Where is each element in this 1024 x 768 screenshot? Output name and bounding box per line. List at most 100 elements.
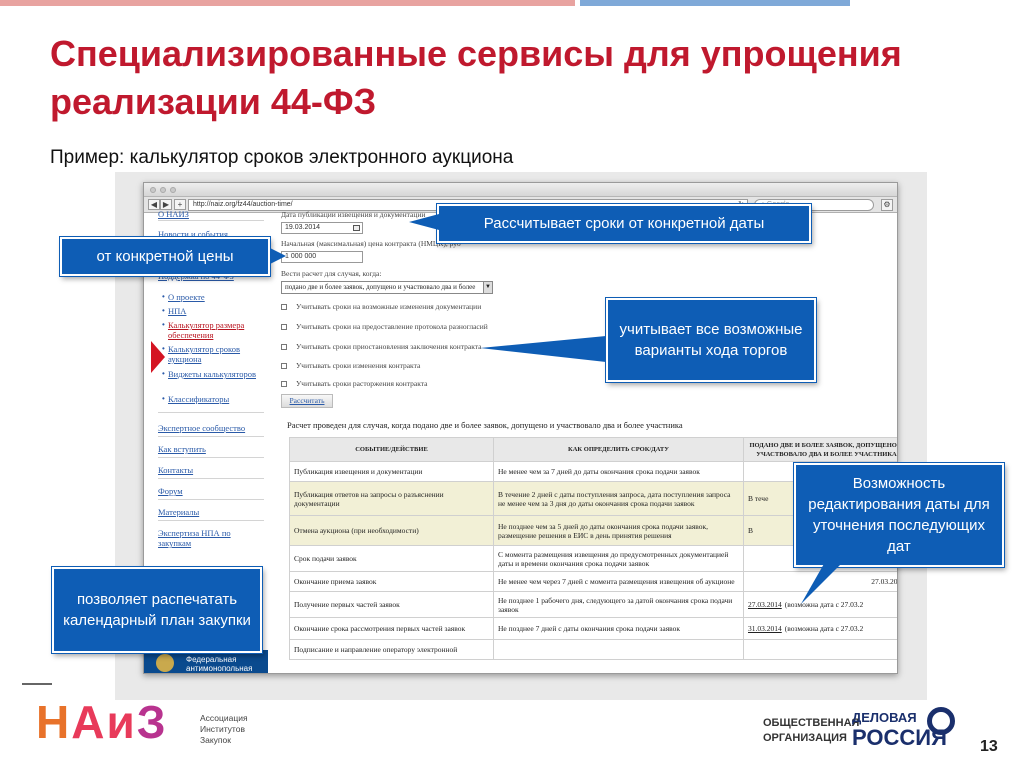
- table-row: Окончание срока рассмотрения первых част…: [289, 617, 897, 640]
- checkbox[interactable]: [281, 381, 287, 388]
- rule-cell: Не менее чем через 7 дней с момента разм…: [493, 571, 744, 592]
- sidebar-subitem-deadline-calculator[interactable]: Калькулятор сроков аукциона: [168, 344, 260, 364]
- checkbox-row[interactable]: Учитывать сроки приостановления заключен…: [281, 342, 481, 351]
- checkbox[interactable]: [281, 344, 287, 351]
- date-cell[interactable]: 31.03.2014 (возможна дата с 27.03.2: [743, 617, 897, 640]
- callout-variants: учитывает все возможные варианты хода то…: [606, 298, 816, 382]
- checkbox-row[interactable]: Учитывать сроки на предоставление проток…: [281, 322, 488, 331]
- bullet-icon: •: [162, 306, 165, 315]
- event-cell: Получение первых частей заявок: [289, 591, 494, 618]
- checkbox-label: Учитывать сроки на возможные изменения д…: [296, 302, 482, 311]
- delovaya-rossiya-mark-icon: [927, 707, 955, 735]
- callout-text: учитывает все возможные варианты хода то…: [619, 321, 803, 359]
- checkbox[interactable]: [281, 304, 287, 311]
- date-value: В тече: [748, 494, 769, 503]
- checkbox-label: Учитывать сроки приостановления заключен…: [296, 342, 482, 351]
- checkbox-row[interactable]: Учитывать сроки изменения контракта: [281, 361, 420, 370]
- calendar-icon[interactable]: [353, 225, 360, 231]
- event-cell: Подписание и направление оператору элект…: [289, 639, 494, 660]
- rule-cell: Не позднее 1 рабочего дня, следующего за…: [493, 591, 744, 618]
- divider: [158, 478, 264, 479]
- current-page-marker: [151, 341, 165, 373]
- naiz-logo: НАиЗ: [36, 696, 168, 748]
- bullet-icon: •: [162, 292, 165, 301]
- event-cell: Окончание срока рассмотрения первых част…: [289, 617, 494, 640]
- sidebar-subitem-widgets[interactable]: Виджеты калькуляторов: [168, 369, 260, 379]
- price-value: 1 000 000: [285, 253, 317, 260]
- case-select[interactable]: подано две и более заявок, допущено и уч…: [281, 281, 493, 294]
- checkbox-label: Учитывать сроки изменения контракта: [296, 361, 421, 370]
- event-cell: Публикация извещения и документации: [289, 461, 494, 482]
- callout-print-plan: позволяет распечатать календарный план з…: [52, 567, 262, 653]
- callout-pointer: [801, 562, 843, 604]
- checkbox[interactable]: [281, 363, 287, 370]
- case-value: подано две и более заявок, допущено и уч…: [285, 283, 476, 291]
- calculate-button[interactable]: Рассчитать: [281, 394, 333, 408]
- rule-cell: Не позднее 7 дней с даты окончания срока…: [493, 617, 744, 640]
- date-cell: [743, 639, 897, 660]
- event-cell: Публикация ответов на запросы о разъясне…: [289, 481, 494, 516]
- column-header: Событие/действие: [289, 437, 494, 462]
- page-number: 13: [980, 738, 998, 755]
- date-note: (возможна дата с 27.03.2: [784, 624, 864, 633]
- sidebar-subitem-classifiers[interactable]: Классификаторы: [168, 394, 229, 404]
- callout-pointer: [480, 336, 606, 362]
- date-value: 31.03.2014: [748, 624, 782, 633]
- checkbox[interactable]: [281, 324, 287, 331]
- gear-icon[interactable]: ⚙: [881, 199, 893, 211]
- window-zoom-icon[interactable]: [170, 187, 176, 193]
- rule-cell: Не позднее чем за 5 дней до даты окончан…: [493, 515, 744, 546]
- callout-edit-dates: Возможность редактирования даты для уточ…: [794, 463, 1004, 567]
- price-label: Начальная (максимальная) цена контракта …: [281, 239, 461, 248]
- sidebar-item-materials[interactable]: Материалы: [158, 507, 199, 517]
- window-minimize-icon[interactable]: [160, 187, 166, 193]
- divider: [158, 436, 264, 437]
- slide-subtitle: Пример: калькулятор сроков электронного …: [50, 147, 514, 168]
- date-label: Дата публикации извещения и документации: [281, 210, 426, 219]
- rule-cell: С момента размещения извещения до предус…: [493, 545, 744, 572]
- case-label: Вести расчет для случая, когда:: [281, 269, 382, 278]
- window-close-icon[interactable]: [150, 187, 156, 193]
- price-field[interactable]: 1 000 000: [281, 251, 363, 263]
- divider: [158, 499, 264, 500]
- slide-title: Специализированные сервисы для упрощения…: [50, 33, 902, 122]
- checkbox-label: Учитывать сроки на предоставление проток…: [296, 322, 488, 331]
- top-accent-blue: [580, 0, 850, 6]
- banner-text: Федеральная антимонопольная: [186, 655, 253, 673]
- table-row: Подписание и направление оператору элект…: [289, 639, 897, 660]
- callout-pointer: [270, 248, 286, 264]
- date-value: В: [748, 526, 754, 535]
- sidebar-item-expert-community[interactable]: Экспертное сообщество: [158, 423, 245, 433]
- date-field[interactable]: 19.03.2014: [281, 222, 363, 234]
- naiz-logo-caption: Ассоциация Институтов Закупок: [200, 713, 248, 745]
- sidebar-subitem-security-calculator[interactable]: Калькулятор размера обеспечения: [168, 320, 264, 340]
- sidebar-item-join[interactable]: Как вступить: [158, 444, 206, 454]
- sidebar-subitem-about-project[interactable]: О проекте: [168, 292, 205, 302]
- sidebar-item-forum[interactable]: Форум: [158, 486, 183, 496]
- emblem-icon: [156, 654, 174, 672]
- sidebar-item-about[interactable]: О НАИЗ: [158, 209, 189, 219]
- divider: [158, 520, 264, 521]
- rule-cell: [493, 639, 744, 660]
- divider: [158, 412, 264, 413]
- callout-text: Возможность редактирования даты для уточ…: [808, 475, 990, 555]
- org-caption: ОБЩЕСТВЕННАЯ ОРГАНИЗАЦИЯ: [763, 717, 860, 744]
- top-accent-red: [0, 0, 575, 6]
- date-value: 27.03.2014: [748, 600, 782, 609]
- checkbox-row[interactable]: Учитывать сроки на возможные изменения д…: [281, 302, 481, 311]
- callout-text: Рассчитывает сроки от конкретной даты: [483, 215, 765, 232]
- date-value: 27.03.2014: [871, 577, 898, 586]
- checkbox-label: Учитывать сроки расторжения контракта: [296, 379, 428, 388]
- callout-pointer: [409, 214, 439, 230]
- sidebar-item-contacts[interactable]: Контакты: [158, 465, 193, 475]
- sidebar-banner[interactable]: Федеральная антимонопольная: [144, 650, 268, 673]
- bullet-icon: •: [162, 320, 165, 329]
- checkbox-row[interactable]: Учитывать сроки расторжения контракта: [281, 379, 428, 388]
- callout-text: от конкретной цены: [96, 248, 234, 265]
- sidebar-subitem-npa[interactable]: НПА: [168, 306, 186, 316]
- bullet-icon: •: [162, 394, 165, 403]
- column-header: Подано две и более заявок, допущено и уч…: [743, 437, 897, 462]
- callout-text: позволяет распечатать календарный план з…: [63, 591, 251, 629]
- rule-cell: Не менее чем за 7 дней до даты окончания…: [493, 461, 744, 482]
- sidebar-item-npa-expertise[interactable]: Экспертиза НПА по закупкам: [158, 528, 250, 548]
